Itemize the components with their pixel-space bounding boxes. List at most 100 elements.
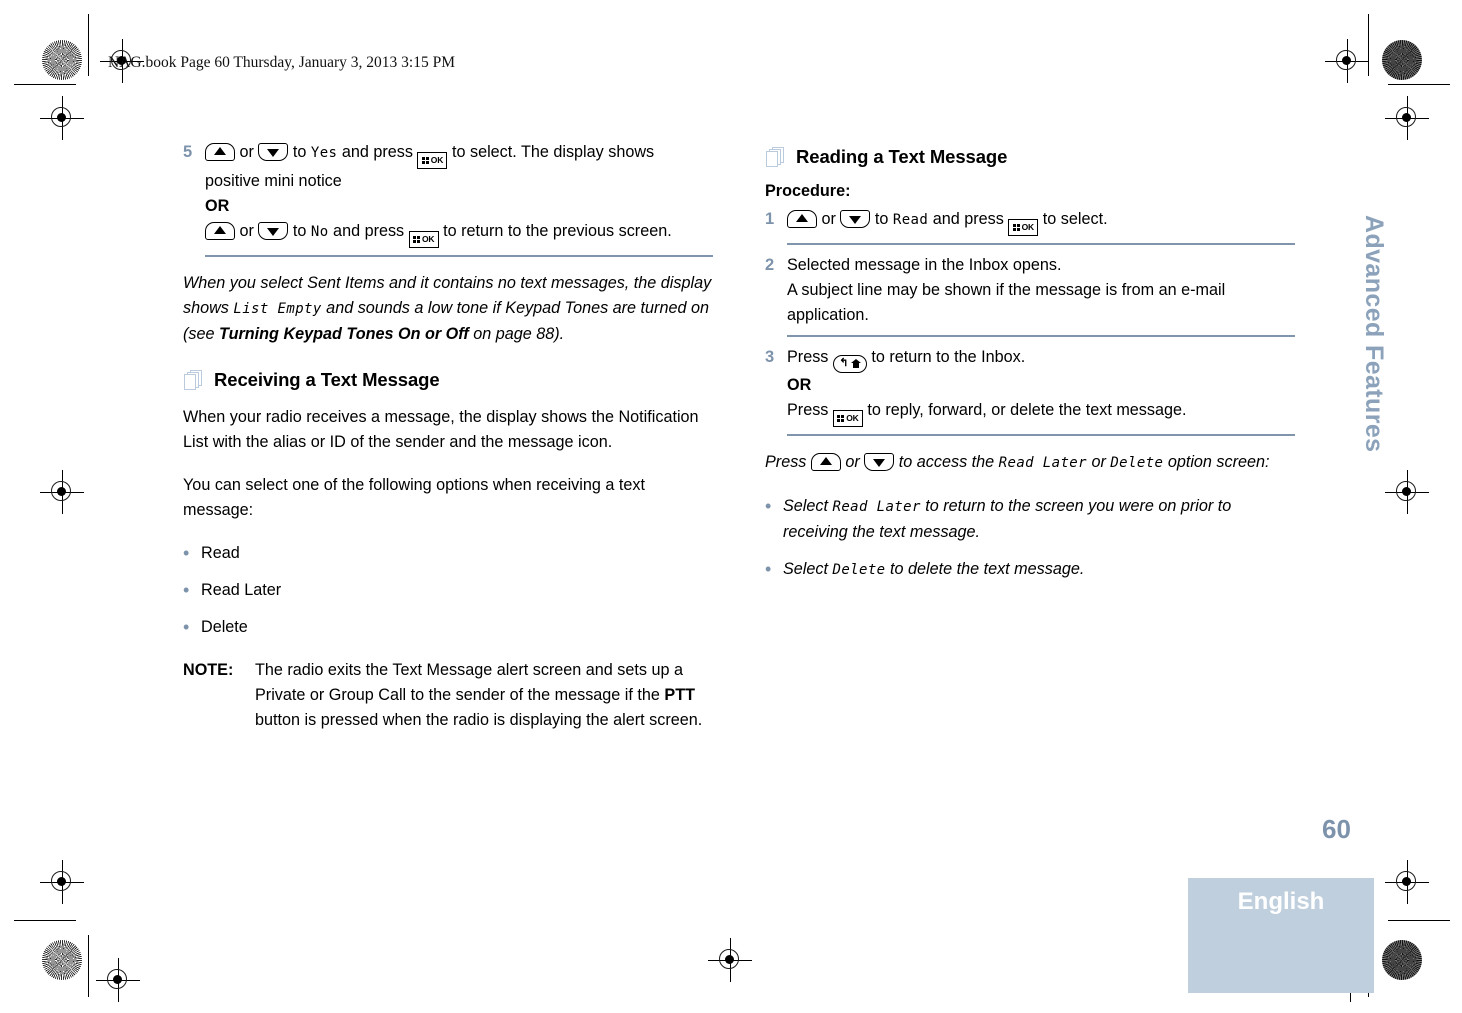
step-number: 2 [765,256,775,274]
lcd-text-read-later: Read Later [832,498,921,515]
option-label: Delete [201,618,248,636]
step-text-fragment: to select. [1038,210,1108,228]
bullet-dot-icon: • [183,617,190,637]
step-1: 1 or to Read and press OK to select. [765,207,1295,236]
menu-ok-key-icon: OK [417,152,448,169]
step-text: or to Yes and press OK to select. The di… [205,140,713,248]
step-text-fragment: to return to the previous screen. [438,222,672,240]
pages-icon [765,146,787,168]
list-item: • Read [183,541,713,566]
crop-line [1388,920,1450,922]
bullet-dot-icon: • [183,580,190,600]
step-number: 5 [183,143,193,161]
registration-mark-left-upper [40,96,84,140]
step-2: 2 Selected message in the Inbox opens. A… [765,253,1295,328]
step-5: 5 or to Yes and press OK to select. The … [183,140,713,248]
step-text-fragment: to reply, forward, or delete the text me… [862,400,1187,419]
up-arrow-key-icon [810,452,841,471]
page-number: 60 [1322,814,1351,844]
menu-ok-key-icon: OK [832,409,863,427]
menu-ok-key-icon: OK [408,231,439,248]
registration-mark-right-middle [1385,470,1429,514]
section-title: Reading a Text Message [796,146,1008,167]
option-label: Read [201,544,240,562]
note-body: The radio exits the Text Message alert s… [255,658,713,733]
note-label: NOTE: [183,661,234,679]
note-block: NOTE: The radio exits the Text Message a… [183,658,713,733]
lcd-text-no: No [310,224,329,240]
or-label: OR [205,197,230,215]
step-text-fragment: and press [337,143,418,161]
step-text: Press ↰ to return to the Inbox. OR Press… [787,345,1295,427]
list-item: • Select Read Later to return to the scr… [765,494,1295,545]
step-text-fragment: or [235,222,259,240]
down-arrow-key-icon [258,222,289,240]
lcd-text-read-later: Read Later [998,454,1087,471]
registration-mark-right-lower [1385,860,1429,904]
down-arrow-key-icon [864,452,895,471]
step-text: Selected message in the Inbox opens. A s… [787,253,1295,328]
rosette-mark-bottom-left [42,940,82,980]
crop-line [14,920,76,922]
up-arrow-key-icon [205,222,235,240]
step-text-fragment: Press [787,348,833,366]
step-divider [787,433,1295,436]
up-arrow-key-icon [205,143,235,161]
rosette-mark-top-left [42,40,82,80]
option-description: Select Read Later to return to the scree… [783,494,1295,545]
crop-line [88,935,90,997]
section-heading-reading: Reading a Text Message [765,146,1295,168]
list-item: • Delete [183,615,713,640]
step-text-fragment: or [235,143,259,161]
list-item: • Select Delete to delete the text messa… [765,557,1295,583]
closing-fragment: to access the [894,452,999,471]
list-item: • Read Later [183,578,713,603]
cross-reference-title: Turning Keypad Tones On or Off [219,325,469,343]
step-divider [787,243,1295,245]
step-text-fragment: and press [928,210,1009,228]
language-label: English [1237,888,1325,915]
step-text-fragment: A subject line may be shown if the messa… [787,281,1226,324]
step-number: 3 [765,348,775,366]
file-stamp: NAG.book Page 60 Thursday, January 3, 20… [108,54,456,71]
step-3: 3 Press ↰ to return to the Inbox. OR Pre… [765,345,1295,427]
bullet-fragment: Select [783,559,833,578]
registration-mark-bottom-left [96,958,140,1002]
back-home-key-icon: ↰ [832,354,867,373]
right-column: Reading a Text Message Procedure: 1 or t… [765,146,1295,595]
section-title: Receiving a Text Message [214,369,440,390]
note-fragment: on page 88). [468,325,565,343]
lcd-text-list-empty: List Empty [233,301,322,317]
procedure-label: Procedure: [765,182,851,200]
closing-fragment: option screen: [1163,452,1270,471]
crop-line [1388,84,1450,86]
option-description: Select Delete to delete the text message… [783,557,1295,583]
registration-mark-top-right [1325,39,1369,83]
step-text-fragment: or [817,210,841,228]
bullet-fragment: Select [783,496,833,515]
down-arrow-key-icon [258,143,289,161]
step-divider [787,335,1295,337]
step-number: 1 [765,210,775,228]
menu-ok-key-icon: OK [1008,219,1039,236]
lcd-text-delete: Delete [832,561,886,578]
step-text-fragment: to return to the Inbox. [866,348,1026,366]
rosette-mark-top-right [1382,40,1422,80]
closing-fragment: or [840,452,865,471]
crop-line [14,84,76,86]
step-text-fragment: to [288,143,311,161]
closing-fragment: Press [765,452,811,471]
sent-items-note: When you select Sent Items and it contai… [183,271,713,347]
bullet-dot-icon: • [765,558,772,579]
closing-fragment: or [1086,452,1111,471]
option-screen-paragraph: Press or to access the Read Later or Del… [765,450,1295,476]
pages-icon [183,369,205,391]
bullet-dot-icon: • [183,543,190,563]
step-text-fragment: to [870,210,893,228]
crop-line [88,14,90,76]
registration-mark-bottom-center [708,938,752,982]
crop-line [1368,14,1370,76]
step-text: or to Read and press OK to select. [787,207,1295,236]
step-text-fragment: Press [787,400,833,419]
chapter-side-tab: Advanced Features [1360,215,1388,453]
